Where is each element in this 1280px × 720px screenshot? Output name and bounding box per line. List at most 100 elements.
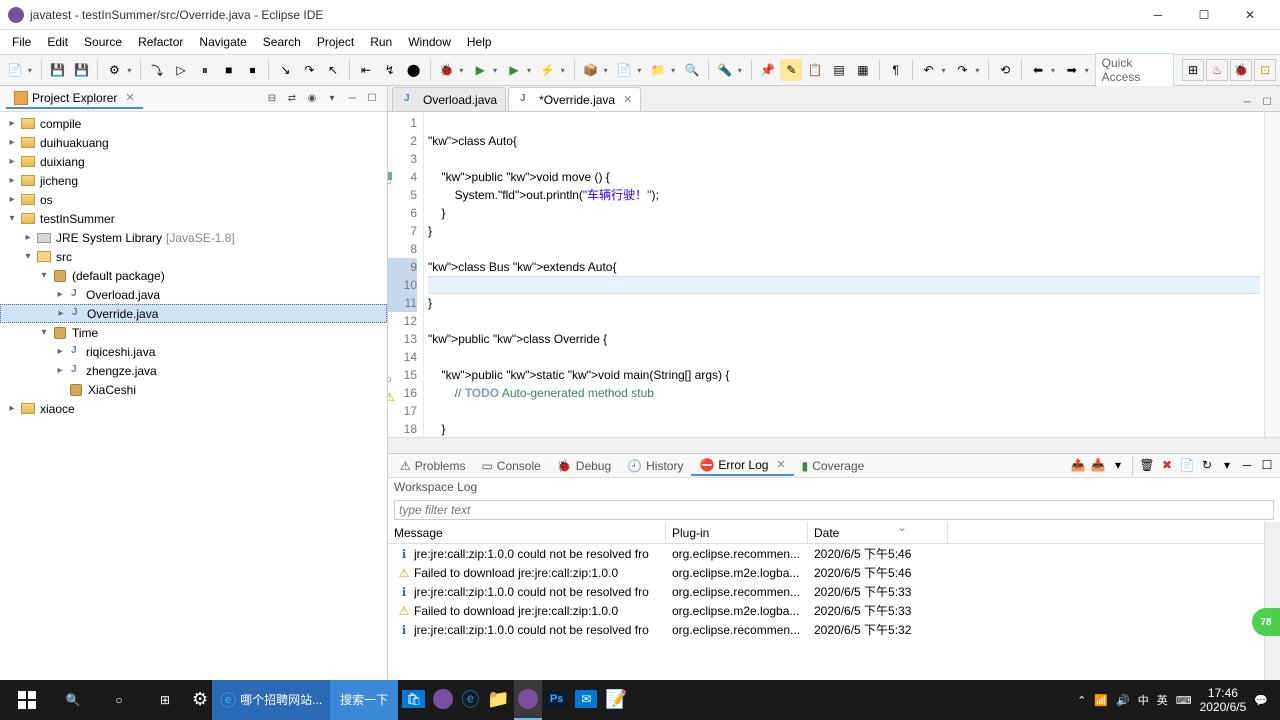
line-gutter[interactable]: 1234○56789101112131415○16⚠1718192021	[388, 112, 424, 437]
error-log-table[interactable]: Message Plug-in Date⌄ ℹjre:jre:call:zip:…	[388, 522, 1264, 680]
tree-project[interactable]: ▸duihuakuang	[0, 133, 387, 152]
maximize-panel-icon[interactable]: ☐	[1258, 456, 1276, 474]
cortana-button[interactable]: ○	[96, 680, 142, 720]
menu-window[interactable]: Window	[400, 33, 459, 51]
clear-log-icon[interactable]: 🗑	[1138, 456, 1156, 474]
next-annot-icon[interactable]: ↷	[951, 59, 973, 81]
task-ie[interactable]: ⓔ哪个招聘网站...	[212, 680, 330, 720]
delete-log-icon[interactable]: ✖	[1158, 456, 1176, 474]
prev-annot-icon[interactable]: ↶	[918, 59, 940, 81]
debug-icon[interactable]: 🐞	[436, 59, 458, 81]
taskview-button[interactable]: ⊞	[142, 680, 188, 720]
menu-navigate[interactable]: Navigate	[191, 33, 254, 51]
import-log-icon[interactable]: 📥	[1089, 456, 1107, 474]
save-all-icon[interactable]: 💾	[71, 59, 93, 81]
close-icon[interactable]: ✕	[125, 91, 134, 104]
close-button[interactable]: ✕	[1228, 1, 1272, 29]
tray-clock[interactable]: 17:46 2020/6/5	[1200, 686, 1247, 715]
view-menu-icon[interactable]: ▾	[323, 90, 341, 108]
log-row[interactable]: ⚠Failed to download jre:jre:call:zip:1.0…	[388, 563, 1264, 582]
menu-source[interactable]: Source	[76, 33, 130, 51]
tab-coverage[interactable]: ▮Coverage	[794, 457, 873, 475]
tray-notifications-icon[interactable]: 💬	[1254, 694, 1268, 707]
tray-volume-icon[interactable]: 🔊	[1116, 694, 1130, 707]
new-icon[interactable]: 📄	[4, 59, 26, 81]
step-filter-icon[interactable]: ↯	[379, 59, 401, 81]
build-icon[interactable]: ⚙	[103, 59, 125, 81]
restore-log-icon[interactable]: ↻	[1198, 456, 1216, 474]
external-icon[interactable]: ⚡	[537, 59, 559, 81]
block-icon[interactable]: ▦	[852, 59, 874, 81]
editor-tab[interactable]: Overload.java	[392, 87, 506, 111]
breakpoint-icon[interactable]: ⬤	[403, 59, 425, 81]
new-class-icon[interactable]: 📄	[613, 59, 635, 81]
tree-file[interactable]: ▸zhengze.java	[0, 361, 387, 380]
menu-file[interactable]: File	[4, 33, 39, 51]
collapse-all-icon[interactable]: ⊟	[263, 90, 281, 108]
java-perspective-icon[interactable]: ♨	[1206, 59, 1228, 81]
log-row[interactable]: ℹjre:jre:call:zip:1.0.0 could not be res…	[388, 582, 1264, 601]
pin-icon[interactable]: 📌	[757, 59, 779, 81]
tree-project[interactable]: ▸duixiang	[0, 152, 387, 171]
tree-file[interactable]: XiaCeshi	[0, 380, 387, 399]
vertical-scrollbar[interactable]	[1264, 522, 1280, 680]
col-plugin[interactable]: Plug-in	[666, 522, 808, 543]
last-edit-icon[interactable]: ⟲	[994, 59, 1016, 81]
open-perspective-icon[interactable]: ⊞	[1182, 59, 1204, 81]
maximize-button[interactable]: ☐	[1182, 1, 1226, 29]
log-row[interactable]: ℹjre:jre:call:zip:1.0.0 could not be res…	[388, 544, 1264, 563]
outline-icon[interactable]: ▤	[828, 59, 850, 81]
tray-ime2[interactable]: 英	[1157, 692, 1168, 708]
menu-run[interactable]: Run	[362, 33, 400, 51]
open-log-icon[interactable]: 📄	[1178, 456, 1196, 474]
tree-project[interactable]: ▸os	[0, 190, 387, 209]
search-button[interactable]: 🔍	[50, 680, 96, 720]
save-icon[interactable]: 💾	[47, 59, 69, 81]
tree-project[interactable]: ▸jicheng	[0, 171, 387, 190]
task-store[interactable]: 🛍	[398, 680, 429, 720]
quick-access[interactable]: Quick Access	[1095, 53, 1175, 87]
log-row[interactable]: ℹjre:jre:call:zip:1.0.0 could not be res…	[388, 620, 1264, 639]
minimize-panel-icon[interactable]: ─	[1238, 456, 1256, 474]
debug-perspective-icon[interactable]: 🐞	[1230, 59, 1252, 81]
col-date[interactable]: Date⌄	[808, 522, 948, 543]
tree-project[interactable]: ▸compile	[0, 114, 387, 133]
project-explorer-tab[interactable]: Project Explorer ✕	[6, 89, 143, 109]
overview-ruler[interactable]	[1264, 112, 1280, 437]
tree-file[interactable]: ▸Overload.java	[0, 285, 387, 304]
tree-project-open[interactable]: ▾testInSummer	[0, 209, 387, 228]
pause-icon[interactable]: ⏸	[194, 59, 216, 81]
resume-icon[interactable]: ▷	[170, 59, 192, 81]
tab-problems[interactable]: ⚠Problems	[392, 457, 473, 475]
highlight-icon[interactable]: ✎	[780, 59, 802, 81]
new-pkg-icon[interactable]: 📦	[580, 59, 602, 81]
tree-package[interactable]: ▾Time	[0, 323, 387, 342]
new-dropdown[interactable]: ▾	[28, 66, 36, 75]
task-edge[interactable]: ⓔ	[457, 680, 483, 720]
disconnect-icon[interactable]: ⏹	[242, 59, 264, 81]
project-tree[interactable]: ▸compile ▸duihuakuang ▸duixiang ▸jicheng…	[0, 112, 387, 680]
tree-project[interactable]: ▸xiaoce	[0, 399, 387, 418]
task-eclipse-1[interactable]	[429, 680, 457, 720]
start-button[interactable]	[4, 680, 50, 720]
coverage-icon[interactable]: ▶	[503, 59, 525, 81]
search-icon[interactable]: 🔦	[714, 59, 736, 81]
tab-debug[interactable]: 🐞Debug	[549, 457, 619, 475]
task-eclipse-active[interactable]	[514, 680, 542, 720]
run-icon[interactable]: ▶	[469, 59, 491, 81]
whitespace-icon[interactable]: ¶	[885, 59, 907, 81]
tab-error-log[interactable]: ⛔Error Log✕	[691, 456, 793, 476]
menu-edit[interactable]: Edit	[39, 33, 76, 51]
tray-ime1[interactable]: 中	[1138, 692, 1149, 708]
maximize-editor-icon[interactable]: ☐	[1258, 93, 1276, 111]
view-menu-icon[interactable]: ▾	[1218, 456, 1236, 474]
focus-icon[interactable]: ◉	[303, 90, 321, 108]
task-search-btn[interactable]: 搜索一下	[330, 680, 398, 720]
menu-help[interactable]: Help	[459, 33, 500, 51]
resource-perspective-icon[interactable]: ⊡	[1254, 59, 1276, 81]
tree-file-selected[interactable]: ▸Override.java	[0, 304, 387, 323]
tree-file[interactable]: ▸riqiceshi.java	[0, 342, 387, 361]
new-folder-icon[interactable]: 📁	[647, 59, 669, 81]
tree-library[interactable]: ▸JRE System Library[JavaSE-1.8]	[0, 228, 387, 247]
menu-refactor[interactable]: Refactor	[130, 33, 191, 51]
